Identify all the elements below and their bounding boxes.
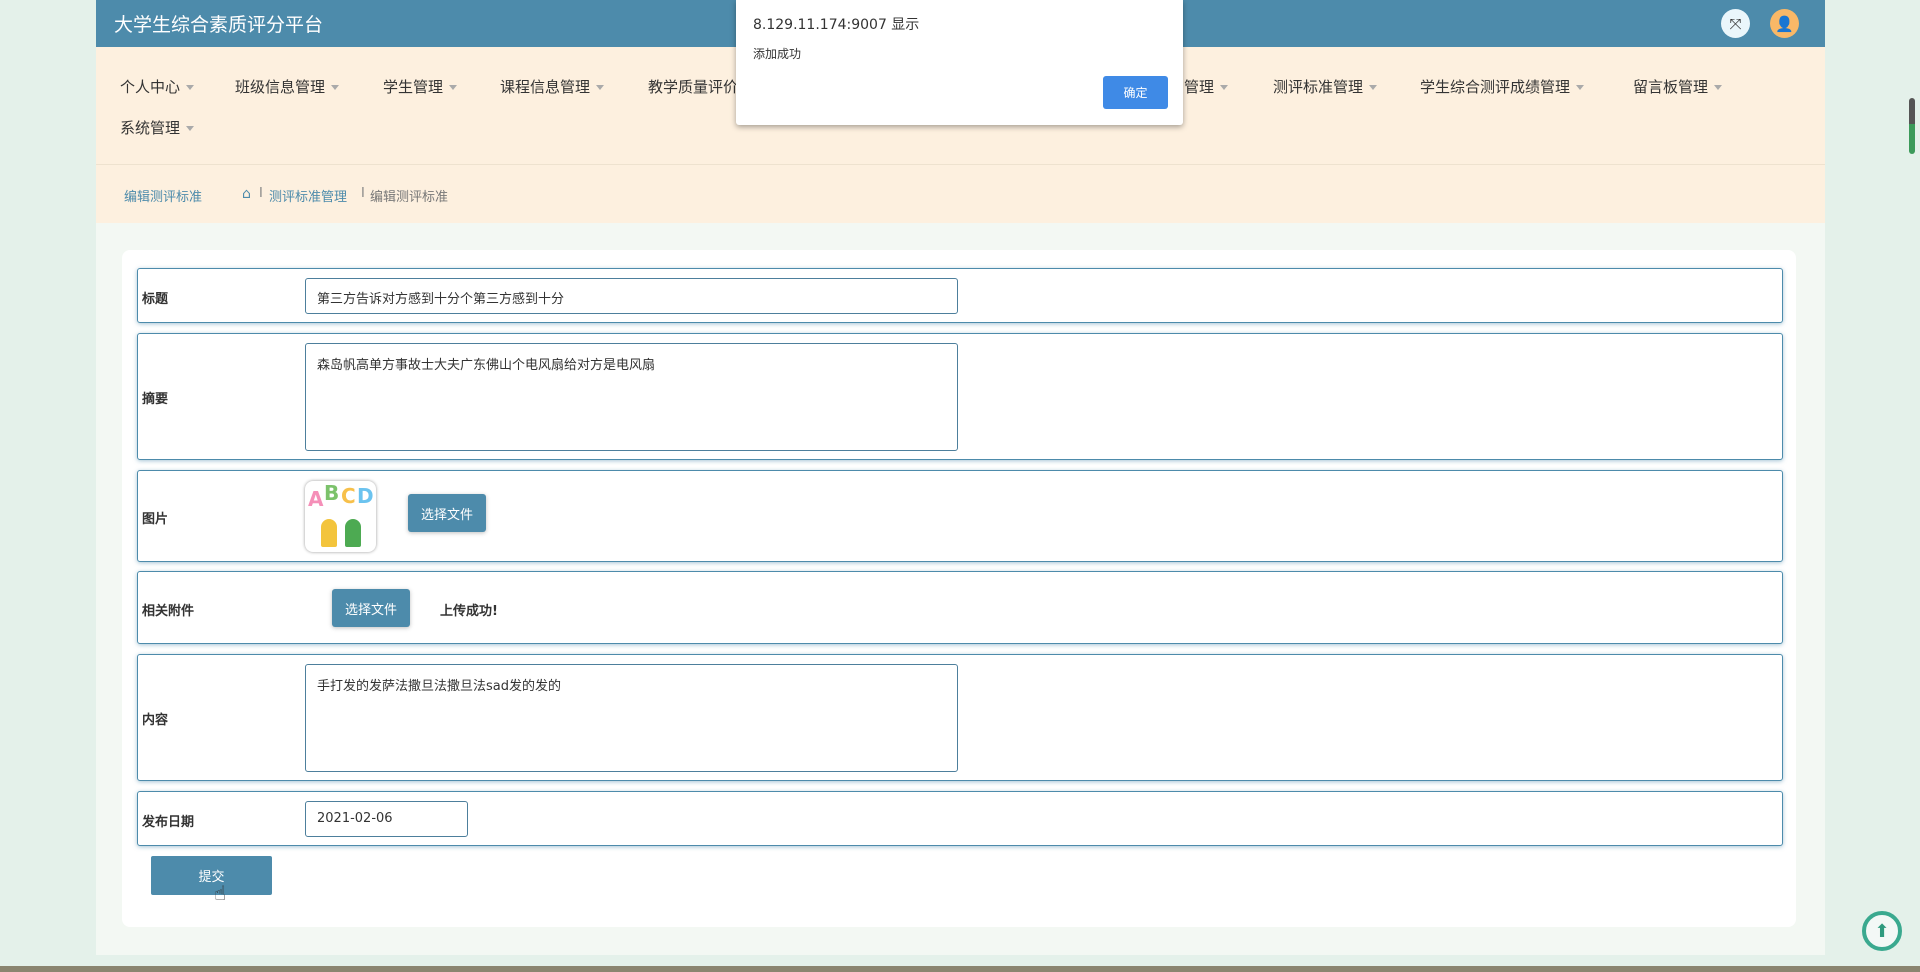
menu-course-info[interactable]: 课程信息管理 [500, 76, 605, 97]
caret-down-icon [1714, 85, 1723, 90]
uploaded-image-thumbnail: ABCD [305, 481, 376, 552]
user-icon[interactable]: 👤 [1770, 9, 1799, 38]
caret-down-icon [1369, 85, 1378, 90]
content-row: 内容 手打发的发萨法撒旦法撒旦法sad发的发的 [137, 654, 1783, 781]
menu-system[interactable]: 系统管理 [120, 117, 195, 138]
attachment-label: 相关附件 [142, 604, 195, 619]
image-label: 图片 [142, 512, 169, 527]
home-icon[interactable]: ⌂ [242, 186, 251, 202]
date-label: 发布日期 [142, 815, 195, 830]
menu-hidden-item[interactable]: 管理 [1184, 76, 1229, 97]
upload-status: 上传成功! [440, 604, 498, 619]
dialog-origin: 8.129.11.174:9007 显示 [753, 17, 920, 33]
summary-label: 摘要 [142, 392, 169, 407]
breadcrumb: 编辑测评标准 ⌂ I 测评标准管理 I 编辑测评标准 [96, 165, 1825, 223]
dialog-ok-button[interactable]: 确定 [1103, 76, 1168, 109]
caret-down-icon [186, 85, 195, 90]
breadcrumb-parent[interactable]: 测评标准管理 [269, 186, 347, 205]
title-row: 标题 第三方告诉对方感到十分个第三方感到十分 [137, 268, 1783, 323]
dialog-message: 添加成功 [753, 47, 802, 61]
alert-dialog: 8.129.11.174:9007 显示 添加成功 确定 [736, 0, 1183, 125]
caret-down-icon [186, 126, 195, 131]
fullscreen-icon[interactable]: ⤧ [1721, 9, 1750, 38]
taskbar-strip [0, 966, 1920, 972]
caret-down-icon [331, 85, 340, 90]
title-input[interactable]: 第三方告诉对方感到十分个第三方感到十分 [305, 278, 958, 314]
caret-down-icon [449, 85, 458, 90]
breadcrumb-current: 编辑测评标准 [370, 190, 449, 205]
submit-button[interactable]: 提交 [151, 856, 272, 895]
choose-image-button[interactable]: 选择文件 [408, 494, 486, 532]
hand-cursor-icon: ☝ [214, 881, 227, 905]
attachment-row: 相关附件 选择文件 上传成功! [137, 571, 1783, 644]
content-label: 内容 [142, 713, 169, 728]
caret-down-icon [596, 85, 605, 90]
choose-attachment-button[interactable]: 选择文件 [332, 589, 410, 627]
back-to-top-icon[interactable]: ⬆ [1862, 911, 1902, 951]
summary-textarea[interactable]: 森岛帆高单方事故士大夫广东佛山个电风扇给对方是电风扇 [305, 343, 958, 451]
content-textarea[interactable]: 手打发的发萨法撒旦法撒旦法sad发的发的 [305, 664, 958, 772]
scrollbar-thumb[interactable] [1909, 98, 1915, 154]
breadcrumb-separator: I [259, 186, 263, 201]
date-input[interactable]: 2021-02-06 [305, 801, 468, 837]
caret-down-icon [1576, 85, 1585, 90]
menu-message-board[interactable]: 留言板管理 [1633, 76, 1723, 97]
summary-row: 摘要 森岛帆高单方事故士大夫广东佛山个电风扇给对方是电风扇 [137, 333, 1783, 460]
app-title: 大学生综合素质评分平台 [114, 14, 324, 36]
menu-personal-center[interactable]: 个人中心 [120, 76, 195, 97]
breadcrumb-separator: I [361, 186, 365, 201]
caret-down-icon [1220, 85, 1229, 90]
page-heading: 编辑测评标准 [124, 190, 203, 205]
title-label: 标题 [142, 292, 169, 307]
menu-class-info[interactable]: 班级信息管理 [235, 76, 340, 97]
menu-student[interactable]: 学生管理 [383, 76, 458, 97]
date-row: 发布日期 2021-02-06 [137, 791, 1783, 846]
menu-evaluation-standard[interactable]: 测评标准管理 [1273, 76, 1378, 97]
menu-evaluation-score[interactable]: 学生综合测评成绩管理 [1420, 76, 1585, 97]
image-row: 图片 ABCD 选择文件 [137, 470, 1783, 562]
